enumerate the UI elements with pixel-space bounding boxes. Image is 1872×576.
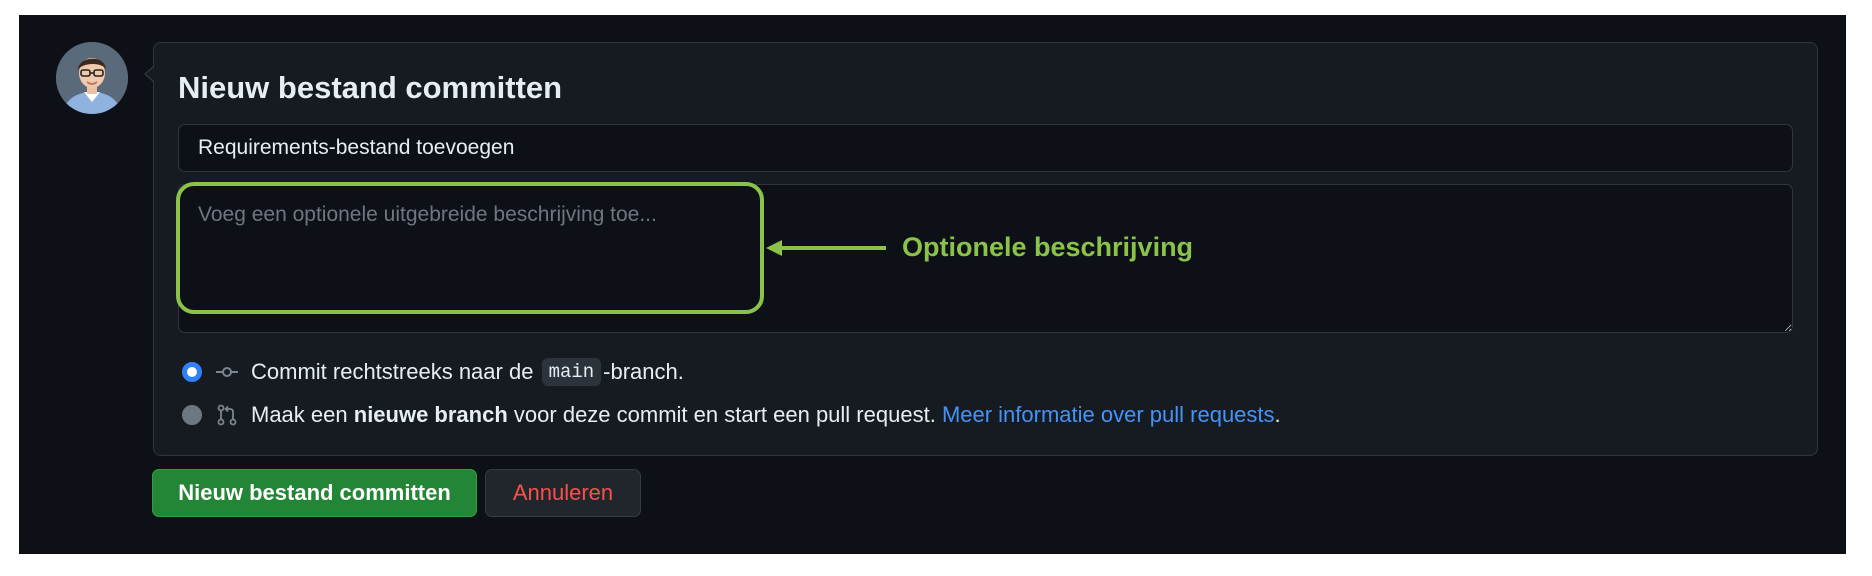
callout-arrow-icon: [766, 240, 886, 256]
radio-new-branch[interactable]: [182, 405, 202, 425]
option-new-branch-bold: nieuwe branch: [353, 402, 508, 427]
avatar[interactable]: [56, 42, 128, 114]
card-pointer-fill: [146, 67, 154, 81]
branch-name-code: main: [541, 358, 602, 386]
option-new-branch-middle: voor deze commit en start een pull reque…: [513, 402, 936, 427]
radio-commit-direct[interactable]: [182, 362, 202, 382]
commit-summary-input[interactable]: [178, 124, 1793, 172]
option-new-branch[interactable]: Maak een nieuwe branch voor deze commit …: [182, 399, 1281, 431]
user-avatar-image: [56, 42, 128, 114]
pull-requests-info-link[interactable]: Meer informatie over pull requests: [942, 402, 1275, 428]
git-commit-icon: [216, 367, 238, 377]
option-commit-direct-suffix: -branch.: [603, 359, 684, 384]
commit-new-file-button[interactable]: Nieuw bestand committen: [152, 469, 477, 517]
option-commit-direct[interactable]: Commit rechtstreeks naar de main -branch.: [182, 356, 684, 388]
option-commit-direct-text: Commit rechtstreeks naar de: [251, 359, 534, 384]
option-new-branch-prefix: Maak een: [251, 402, 348, 427]
form-title: Nieuw bestand committen: [178, 70, 563, 105]
callout-label: Optionele beschrijving: [902, 232, 1194, 262]
git-pull-request-icon: [217, 404, 237, 426]
cancel-button[interactable]: Annuleren: [485, 469, 641, 517]
option-new-branch-suffix: .: [1274, 402, 1281, 427]
